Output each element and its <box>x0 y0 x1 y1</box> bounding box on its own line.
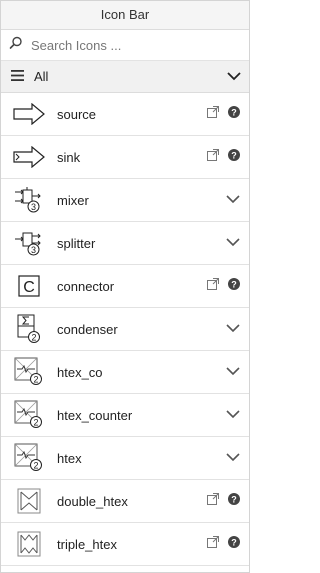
double-htex-icon <box>1 480 57 522</box>
svg-text:?: ? <box>231 150 237 160</box>
port-count-badge: 3 <box>31 245 36 255</box>
search-bar <box>1 30 249 61</box>
item-label: mixer <box>57 192 89 208</box>
chevron-down-icon[interactable] <box>227 69 241 84</box>
item-label: htex_co <box>57 364 103 380</box>
item-label: htex_counter <box>57 407 133 423</box>
help-icon[interactable]: ? <box>228 148 240 166</box>
category-filter[interactable]: All <box>1 61 249 93</box>
list-item-mixer[interactable]: 3 mixer <box>1 179 249 222</box>
condenser-icon: 2 <box>1 308 57 350</box>
open-external-icon[interactable] <box>207 148 219 166</box>
chevron-down-icon[interactable] <box>226 363 240 381</box>
port-count-badge: 2 <box>33 418 38 428</box>
chevron-down-icon[interactable] <box>226 234 240 252</box>
list-item-htex-co[interactable]: 2 htex_co <box>1 351 249 394</box>
svg-text:?: ? <box>231 537 237 547</box>
help-icon[interactable]: ? <box>228 105 240 123</box>
panel-title: Icon Bar <box>1 1 249 30</box>
port-count-badge: 3 <box>31 202 36 212</box>
list-item-htex-counter[interactable]: 2 htex_counter <box>1 394 249 437</box>
item-label: double_htex <box>57 493 128 509</box>
chevron-down-icon[interactable] <box>226 191 240 209</box>
port-count-badge: 2 <box>31 333 36 343</box>
item-label: splitter <box>57 235 96 251</box>
search-input[interactable] <box>29 36 233 54</box>
list-item-connector[interactable]: C connector ? <box>1 265 249 308</box>
list-item-splitter[interactable]: 3 splitter <box>1 222 249 265</box>
htex-counter-icon: 2 <box>1 394 57 436</box>
svg-text:?: ? <box>231 279 237 289</box>
list-item-source[interactable]: source ? <box>1 93 249 136</box>
source-arrow-icon <box>1 93 57 135</box>
help-icon[interactable]: ? <box>228 492 240 510</box>
chevron-down-icon[interactable] <box>226 320 240 338</box>
splitter-icon: 3 <box>1 222 57 264</box>
list-item-condenser[interactable]: 2 condenser <box>1 308 249 351</box>
connector-icon: C <box>1 265 57 307</box>
help-icon[interactable]: ? <box>228 535 240 553</box>
chevron-down-icon[interactable] <box>226 449 240 467</box>
svg-text:?: ? <box>231 494 237 504</box>
list-item-triple-htex[interactable]: triple_htex ? <box>1 523 249 566</box>
open-external-icon[interactable] <box>207 535 219 553</box>
list-item-htex[interactable]: 2 htex <box>1 437 249 480</box>
chevron-down-icon[interactable] <box>226 406 240 424</box>
help-icon[interactable]: ? <box>228 277 240 295</box>
svg-text:?: ? <box>231 107 237 117</box>
open-external-icon[interactable] <box>207 492 219 510</box>
item-label: sink <box>57 149 81 165</box>
item-label: source <box>57 106 97 122</box>
open-external-icon[interactable] <box>207 277 219 295</box>
item-label: condenser <box>57 321 118 337</box>
triple-htex-icon <box>1 523 57 565</box>
menu-icon <box>11 69 24 84</box>
htex-co-icon: 2 <box>1 351 57 393</box>
item-label: connector <box>57 278 115 294</box>
sink-arrow-icon <box>1 136 57 178</box>
mixer-icon: 3 <box>1 179 57 221</box>
icon-list: source ? sink ? 3 mixer 3 splitter C con… <box>1 93 249 566</box>
icon-bar-panel: Icon Bar All <box>0 0 250 573</box>
category-filter-label: All <box>34 69 49 84</box>
svg-text:C: C <box>23 279 35 296</box>
port-count-badge: 2 <box>33 461 38 471</box>
port-count-badge: 2 <box>33 375 38 385</box>
item-label: htex <box>57 450 82 466</box>
htex-icon: 2 <box>1 437 57 479</box>
open-external-icon[interactable] <box>207 105 219 123</box>
list-item-sink[interactable]: sink ? <box>1 136 249 179</box>
search-icon <box>9 36 23 55</box>
list-item-double-htex[interactable]: double_htex ? <box>1 480 249 523</box>
item-label: triple_htex <box>57 536 117 552</box>
